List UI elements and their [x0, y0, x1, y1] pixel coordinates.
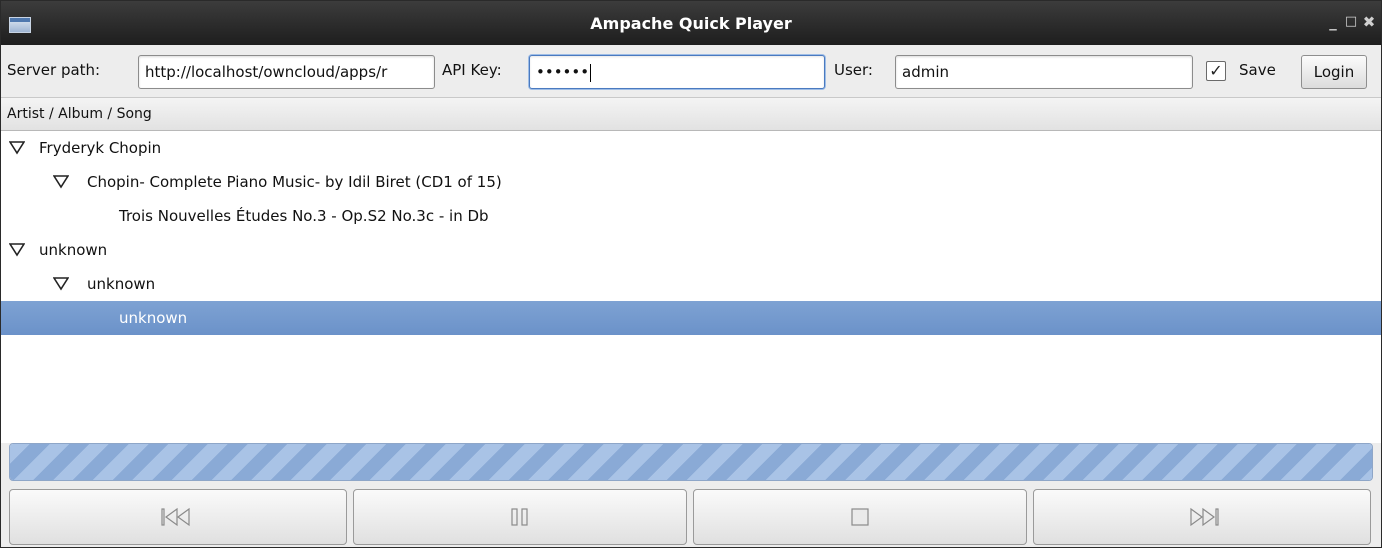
- user-label: User:: [834, 61, 873, 79]
- previous-button[interactable]: [9, 489, 347, 545]
- expander-down-icon[interactable]: [53, 175, 69, 189]
- maximize-icon[interactable]: □: [1343, 13, 1359, 31]
- save-checkbox[interactable]: ✓: [1206, 61, 1226, 81]
- stop-button[interactable]: [693, 489, 1027, 545]
- library-tree[interactable]: Fryderyk Chopin Chopin- Complete Piano M…: [1, 131, 1381, 443]
- pause-button[interactable]: [353, 489, 687, 545]
- tree-row-song[interactable]: Trois Nouvelles Études No.3 - Op.S2 No.3…: [1, 199, 1381, 233]
- minimize-icon[interactable]: _: [1325, 13, 1341, 31]
- api-key-label: API Key:: [442, 61, 502, 79]
- tree-column-header[interactable]: Artist / Album / Song: [1, 97, 1381, 131]
- title-bar[interactable]: Ampache Quick Player _ □ ✖: [1, 1, 1381, 45]
- tree-row-album[interactable]: unknown: [1, 267, 1381, 301]
- skip-back-icon: [161, 507, 190, 527]
- expander-down-icon[interactable]: [53, 277, 69, 291]
- tree-row-artist[interactable]: unknown: [1, 233, 1381, 267]
- tree-row-label: Fryderyk Chopin: [39, 139, 162, 157]
- tree-row-label: unknown: [87, 275, 156, 293]
- next-button[interactable]: [1033, 489, 1371, 545]
- save-label: Save: [1239, 61, 1276, 79]
- user-input[interactable]: admin: [895, 55, 1193, 89]
- close-icon[interactable]: ✖: [1361, 13, 1377, 31]
- tree-row-song-selected[interactable]: unknown: [1, 301, 1381, 335]
- api-key-input[interactable]: ••••••: [529, 55, 825, 89]
- app-window: Ampache Quick Player _ □ ✖ Server path: …: [0, 0, 1382, 548]
- tree-row-label: unknown: [119, 309, 188, 327]
- tree-row-label: unknown: [39, 241, 108, 259]
- tree-row-label: Trois Nouvelles Études No.3 - Op.S2 No.3…: [119, 207, 489, 225]
- skip-forward-icon: [1190, 507, 1219, 527]
- playback-progress-bar[interactable]: [9, 443, 1373, 481]
- api-key-value: ••••••: [536, 63, 590, 81]
- tree-row-artist[interactable]: Fryderyk Chopin: [1, 131, 1381, 165]
- expander-down-icon[interactable]: [9, 243, 25, 257]
- stop-icon: [851, 508, 869, 526]
- server-path-input[interactable]: http://localhost/owncloud/apps/r: [138, 55, 435, 89]
- server-path-label: Server path:: [7, 61, 101, 79]
- login-button[interactable]: Login: [1301, 55, 1367, 89]
- tree-row-label: Chopin- Complete Piano Music- by Idil Bi…: [87, 173, 502, 191]
- window-title: Ampache Quick Player: [590, 14, 792, 33]
- tree-row-album[interactable]: Chopin- Complete Piano Music- by Idil Bi…: [1, 165, 1381, 199]
- pause-icon: [511, 508, 528, 526]
- text-cursor: [590, 63, 592, 82]
- column-header-label: Artist / Album / Song: [7, 106, 152, 122]
- expander-down-icon[interactable]: [9, 141, 25, 155]
- connection-toolbar: Server path: http://localhost/owncloud/a…: [1, 47, 1381, 97]
- progress-fill: [10, 444, 1372, 480]
